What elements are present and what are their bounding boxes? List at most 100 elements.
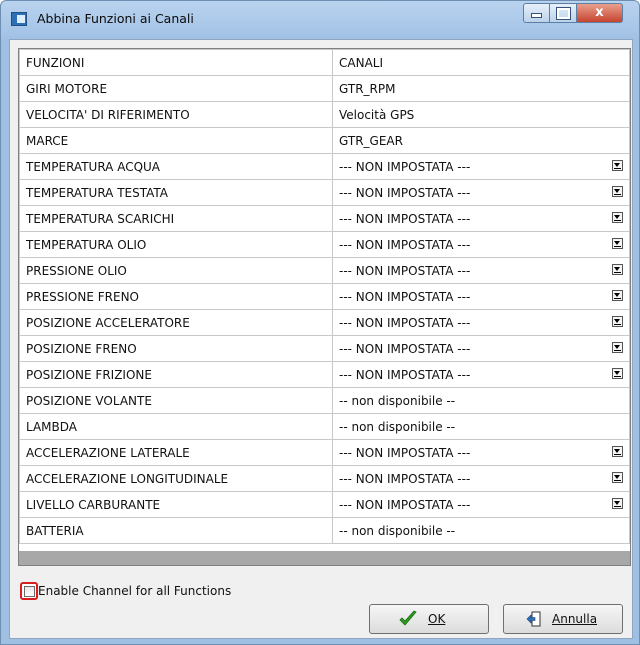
window-title: Abbina Funzioni ai Canali (37, 11, 194, 26)
channel-value: --- NON IMPOSTATA --- (339, 445, 471, 460)
highlight-outline (20, 582, 38, 600)
channel-cell: -- non disponibile -- (332, 387, 630, 414)
table-row[interactable]: POSIZIONE FRIZIONE --- NON IMPOSTATA --- (19, 361, 630, 388)
close-button[interactable]: x (577, 3, 623, 23)
channel-cell[interactable]: --- NON IMPOSTATA --- (332, 491, 630, 518)
minimize-icon (531, 13, 542, 18)
table-row[interactable]: PRESSIONE FRENO --- NON IMPOSTATA --- (19, 283, 630, 310)
dropdown-arrow-icon[interactable] (612, 368, 623, 379)
channel-cell[interactable]: --- NON IMPOSTATA --- (332, 153, 630, 180)
channel-cell[interactable]: --- NON IMPOSTATA --- (332, 257, 630, 284)
dialog-client-area: FUNZIONI CANALI GIRI MOTORE GTR_RPM VELOCI… (9, 39, 633, 639)
channel-cell[interactable]: --- NON IMPOSTATA --- (332, 283, 630, 310)
function-cell: BATTERIA (19, 517, 333, 544)
channel-value: -- non disponibile -- (339, 523, 456, 538)
function-cell: POSIZIONE FRIZIONE (19, 361, 333, 388)
function-cell: TEMPERATURA ACQUA (19, 153, 333, 180)
channel-cell-content: --- NON IMPOSTATA --- (339, 285, 623, 309)
dropdown-arrow-icon[interactable] (612, 160, 623, 171)
dropdown-arrow-icon[interactable] (612, 342, 623, 353)
channel-value: --- NON IMPOSTATA --- (339, 497, 471, 512)
channel-value: --- NON IMPOSTATA --- (339, 159, 471, 174)
channel-cell-content: --- NON IMPOSTATA --- (339, 337, 623, 361)
ok-button-label: OK (428, 612, 446, 626)
dropdown-arrow-icon[interactable] (612, 316, 623, 327)
function-cell: VELOCITA' DI RIFERIMENTO (19, 101, 333, 128)
channel-cell[interactable]: --- NON IMPOSTATA --- (332, 205, 630, 232)
enable-all-label[interactable]: Enable Channel for all Functions (38, 584, 231, 598)
enable-all-option[interactable]: Enable Channel for all Functions (20, 582, 231, 600)
table-row[interactable]: VELOCITA' DI RIFERIMENTO Velocità GPS (19, 101, 630, 128)
channel-cell-content: --- NON IMPOSTATA --- (339, 207, 623, 231)
channel-value: --- NON IMPOSTATA --- (339, 315, 471, 330)
checkmark-icon (399, 610, 417, 626)
function-cell: GIRI MOTORE (19, 75, 333, 102)
table-row[interactable]: ACCELERAZIONE LONGITUDINALE --- NON IMPOS… (19, 465, 630, 492)
dropdown-arrow-icon[interactable] (612, 264, 623, 275)
enable-all-checkbox[interactable] (23, 585, 35, 597)
function-cell: POSIZIONE VOLANTE (19, 387, 333, 414)
channel-cell[interactable]: --- NON IMPOSTATA --- (332, 179, 630, 206)
column-header-functions: FUNZIONI (19, 49, 333, 76)
maximize-icon (555, 7, 571, 20)
table-row[interactable]: MARCE GTR_GEAR (19, 127, 630, 154)
ok-button[interactable]: OK (369, 604, 489, 634)
channel-cell[interactable]: --- NON IMPOSTATA --- (332, 309, 630, 336)
channel-value: Velocità GPS (339, 107, 415, 122)
channel-cell[interactable]: --- NON IMPOSTATA --- (332, 439, 630, 466)
channel-cell-content: Velocità GPS (339, 103, 623, 127)
channel-cell-content: --- NON IMPOSTATA --- (339, 155, 623, 179)
channel-cell: GTR_GEAR (332, 127, 630, 154)
function-cell: POSIZIONE FRENO (19, 335, 333, 362)
dropdown-arrow-icon[interactable] (612, 212, 623, 223)
table-row[interactable]: BATTERIA -- non disponibile -- (19, 517, 630, 544)
channel-value: GTR_RPM (339, 81, 396, 96)
channel-cell[interactable]: --- NON IMPOSTATA --- (332, 335, 630, 362)
function-cell: TEMPERATURA SCARICHI (19, 205, 333, 232)
minimize-button[interactable] (523, 3, 550, 23)
table-row[interactable]: TEMPERATURA SCARICHI --- NON IMPOSTATA --… (19, 205, 630, 232)
table-row[interactable]: TEMPERATURA OLIO --- NON IMPOSTATA --- (19, 231, 630, 258)
channel-value: --- NON IMPOSTATA --- (339, 367, 471, 382)
function-cell: TEMPERATURA TESTATA (19, 179, 333, 206)
cancel-button[interactable]: Annulla (503, 604, 623, 634)
table-row[interactable]: POSIZIONE FRENO --- NON IMPOSTATA --- (19, 335, 630, 362)
function-cell: LIVELLO CARBURANTE (19, 491, 333, 518)
dropdown-arrow-icon[interactable] (612, 498, 623, 509)
channel-cell[interactable]: --- NON IMPOSTATA --- (332, 465, 630, 492)
dropdown-arrow-icon[interactable] (612, 290, 623, 301)
channel-value: --- NON IMPOSTATA --- (339, 211, 471, 226)
channel-cell-content: --- NON IMPOSTATA --- (339, 363, 623, 387)
function-cell: PRESSIONE FRENO (19, 283, 333, 310)
channel-cell-content: GTR_RPM (339, 77, 623, 101)
channel-cell-content: --- NON IMPOSTATA --- (339, 441, 623, 465)
channel-cell-content: -- non disponibile -- (339, 415, 623, 439)
dropdown-arrow-icon[interactable] (612, 472, 623, 483)
channel-cell[interactable]: --- NON IMPOSTATA --- (332, 231, 630, 258)
table-row[interactable]: LIVELLO CARBURANTE --- NON IMPOSTATA --- (19, 491, 630, 518)
channel-cell-content: --- NON IMPOSTATA --- (339, 493, 623, 517)
channel-cell-content: -- non disponibile -- (339, 389, 623, 413)
channel-cell-content: -- non disponibile -- (339, 519, 623, 543)
dropdown-arrow-icon[interactable] (612, 446, 623, 457)
channel-value: -- non disponibile -- (339, 419, 456, 434)
table-row[interactable]: LAMBDA -- non disponibile -- (19, 413, 630, 440)
app-icon (11, 12, 27, 26)
maximize-button[interactable] (550, 3, 577, 23)
channel-value: GTR_GEAR (339, 133, 403, 148)
table-row[interactable]: TEMPERATURA TESTATA --- NON IMPOSTATA --- (19, 179, 630, 206)
table-row[interactable]: POSIZIONE ACCELERATORE --- NON IMPOSTATA … (19, 309, 630, 336)
table-row[interactable]: TEMPERATURA ACQUA --- NON IMPOSTATA --- (19, 153, 630, 180)
table-row[interactable]: POSIZIONE VOLANTE -- non disponibile -- (19, 387, 630, 414)
channel-value: --- NON IMPOSTATA --- (339, 237, 471, 252)
channel-cell-content: --- NON IMPOSTATA --- (339, 467, 623, 491)
table-row[interactable]: ACCELERAZIONE LATERALE --- NON IMPOSTATA … (19, 439, 630, 466)
table-row[interactable]: GIRI MOTORE GTR_RPM (19, 75, 630, 102)
dropdown-arrow-icon[interactable] (612, 186, 623, 197)
function-cell: PRESSIONE OLIO (19, 257, 333, 284)
title-bar[interactable]: Abbina Funzioni ai Canali x (1, 1, 639, 39)
channel-cell[interactable]: --- NON IMPOSTATA --- (332, 361, 630, 388)
table-row[interactable]: PRESSIONE OLIO --- NON IMPOSTATA --- (19, 257, 630, 284)
channel-value: --- NON IMPOSTATA --- (339, 471, 471, 486)
dropdown-arrow-icon[interactable] (612, 238, 623, 249)
